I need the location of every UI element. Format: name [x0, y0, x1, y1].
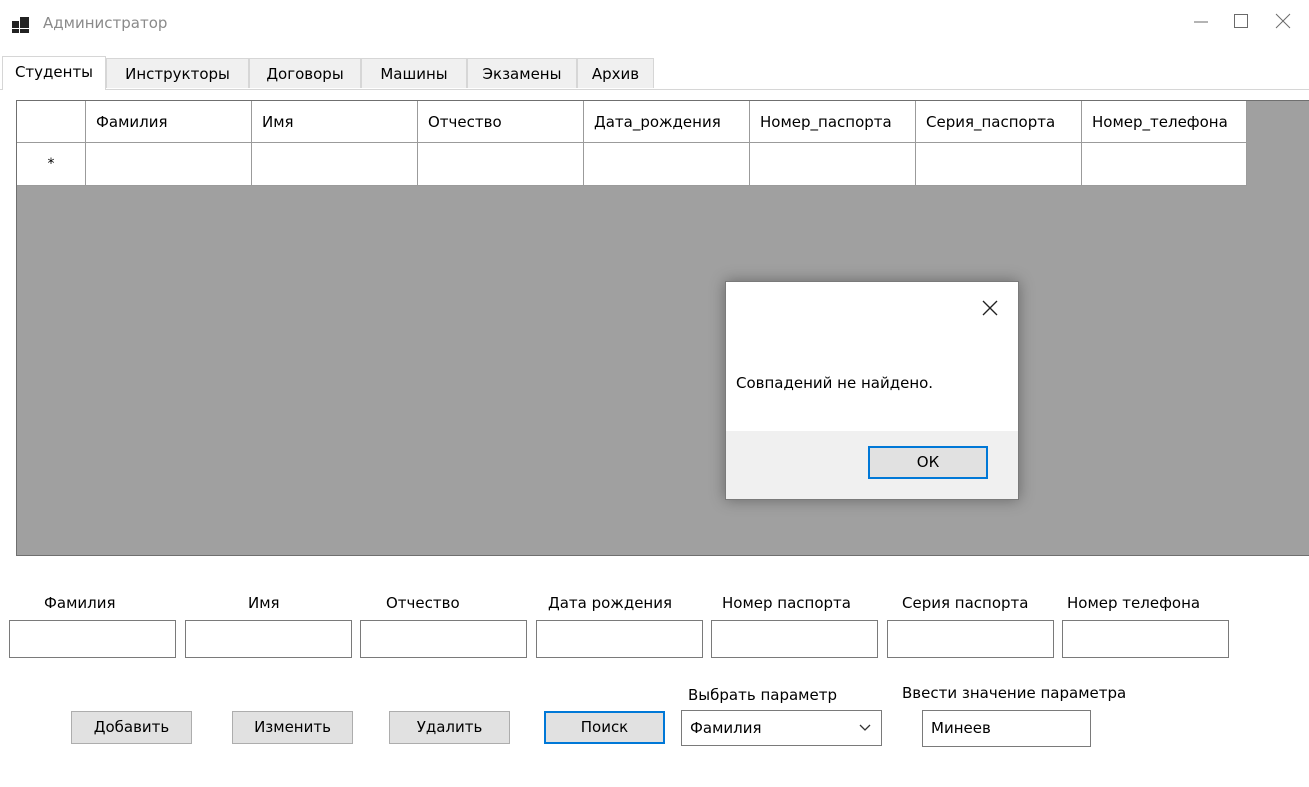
- tab-strip: Студенты Инструкторы Договоры Машины Экз…: [0, 56, 1309, 90]
- grid-cell[interactable]: [750, 143, 916, 186]
- grid-cell[interactable]: [584, 143, 750, 186]
- minimize-icon: [1194, 21, 1208, 23]
- title-bar: Администратор: [0, 0, 1309, 52]
- column-header[interactable]: Номер_паспорта: [750, 101, 916, 143]
- delete-button[interactable]: Удалить: [389, 711, 510, 744]
- column-header[interactable]: Отчество: [418, 101, 584, 143]
- search-button[interactable]: Поиск: [544, 711, 665, 744]
- param-select-label: Выбрать параметр: [688, 686, 837, 704]
- column-header[interactable]: Дата_рождения: [584, 101, 750, 143]
- tab-students[interactable]: Студенты: [2, 56, 106, 90]
- phone-input[interactable]: [1062, 620, 1229, 658]
- dialog-message: Совпадений не найдено.: [736, 374, 934, 392]
- chevron-down-icon: [859, 711, 871, 757]
- tab-contracts[interactable]: Договоры: [249, 58, 361, 88]
- grid-cell[interactable]: [1082, 143, 1247, 186]
- message-dialog: Совпадений не найдено. ОК: [725, 281, 1019, 500]
- add-button[interactable]: Добавить: [71, 711, 192, 744]
- close-icon: [982, 300, 998, 316]
- new-row-marker: *: [17, 143, 86, 186]
- close-window-button[interactable]: [1260, 0, 1306, 42]
- maximize-button[interactable]: [1218, 0, 1264, 42]
- name-input[interactable]: [185, 620, 352, 658]
- dialog-close-button[interactable]: [976, 294, 1004, 322]
- patronymic-input[interactable]: [360, 620, 527, 658]
- tab-exams[interactable]: Экзамены: [467, 58, 577, 88]
- label-birth-date: Дата рождения: [548, 594, 672, 612]
- tab-instructors[interactable]: Инструкторы: [106, 58, 249, 88]
- label-phone: Номер телефона: [1067, 594, 1201, 612]
- grid-cell[interactable]: [418, 143, 584, 186]
- label-passport-series: Серия паспорта: [902, 594, 1029, 612]
- grid-header: Фамилия Имя Отчество Дата_рождения Номер…: [17, 101, 1247, 143]
- passport-number-input[interactable]: [711, 620, 878, 658]
- close-icon: [1275, 13, 1291, 29]
- column-header[interactable]: Фамилия: [86, 101, 252, 143]
- ok-button[interactable]: ОК: [868, 446, 988, 479]
- surname-input[interactable]: [9, 620, 176, 658]
- tab-divider: [0, 89, 1309, 90]
- column-header[interactable]: Серия_паспорта: [916, 101, 1082, 143]
- label-passport-number: Номер паспорта: [722, 594, 851, 612]
- param-value-label: Ввести значение параметра: [902, 684, 1127, 702]
- tab-archive[interactable]: Архив: [577, 58, 654, 88]
- param-select-value: Фамилия: [690, 719, 762, 737]
- param-value-input[interactable]: Минеев: [922, 710, 1091, 747]
- dialog-footer: ОК: [726, 431, 1018, 499]
- table-row[interactable]: *: [17, 143, 1247, 186]
- grid-cell[interactable]: [916, 143, 1082, 186]
- students-grid[interactable]: Фамилия Имя Отчество Дата_рождения Номер…: [16, 100, 1309, 556]
- maximize-icon: [1234, 14, 1248, 28]
- label-surname: Фамилия: [44, 594, 116, 612]
- passport-series-input[interactable]: [887, 620, 1054, 658]
- param-select[interactable]: Фамилия: [681, 710, 882, 746]
- column-header[interactable]: Имя: [252, 101, 418, 143]
- window-title: Администратор: [43, 14, 168, 32]
- row-header-corner: [17, 101, 86, 143]
- grid-cell[interactable]: [252, 143, 418, 186]
- grid-cell[interactable]: [86, 143, 252, 186]
- label-patronymic: Отчество: [386, 594, 460, 612]
- app-icon: [12, 16, 30, 34]
- birth-date-input[interactable]: [536, 620, 703, 658]
- column-header[interactable]: Номер_телефона: [1082, 101, 1247, 143]
- tab-cars[interactable]: Машины: [361, 58, 467, 88]
- label-name: Имя: [248, 594, 280, 612]
- edit-button[interactable]: Изменить: [232, 711, 353, 744]
